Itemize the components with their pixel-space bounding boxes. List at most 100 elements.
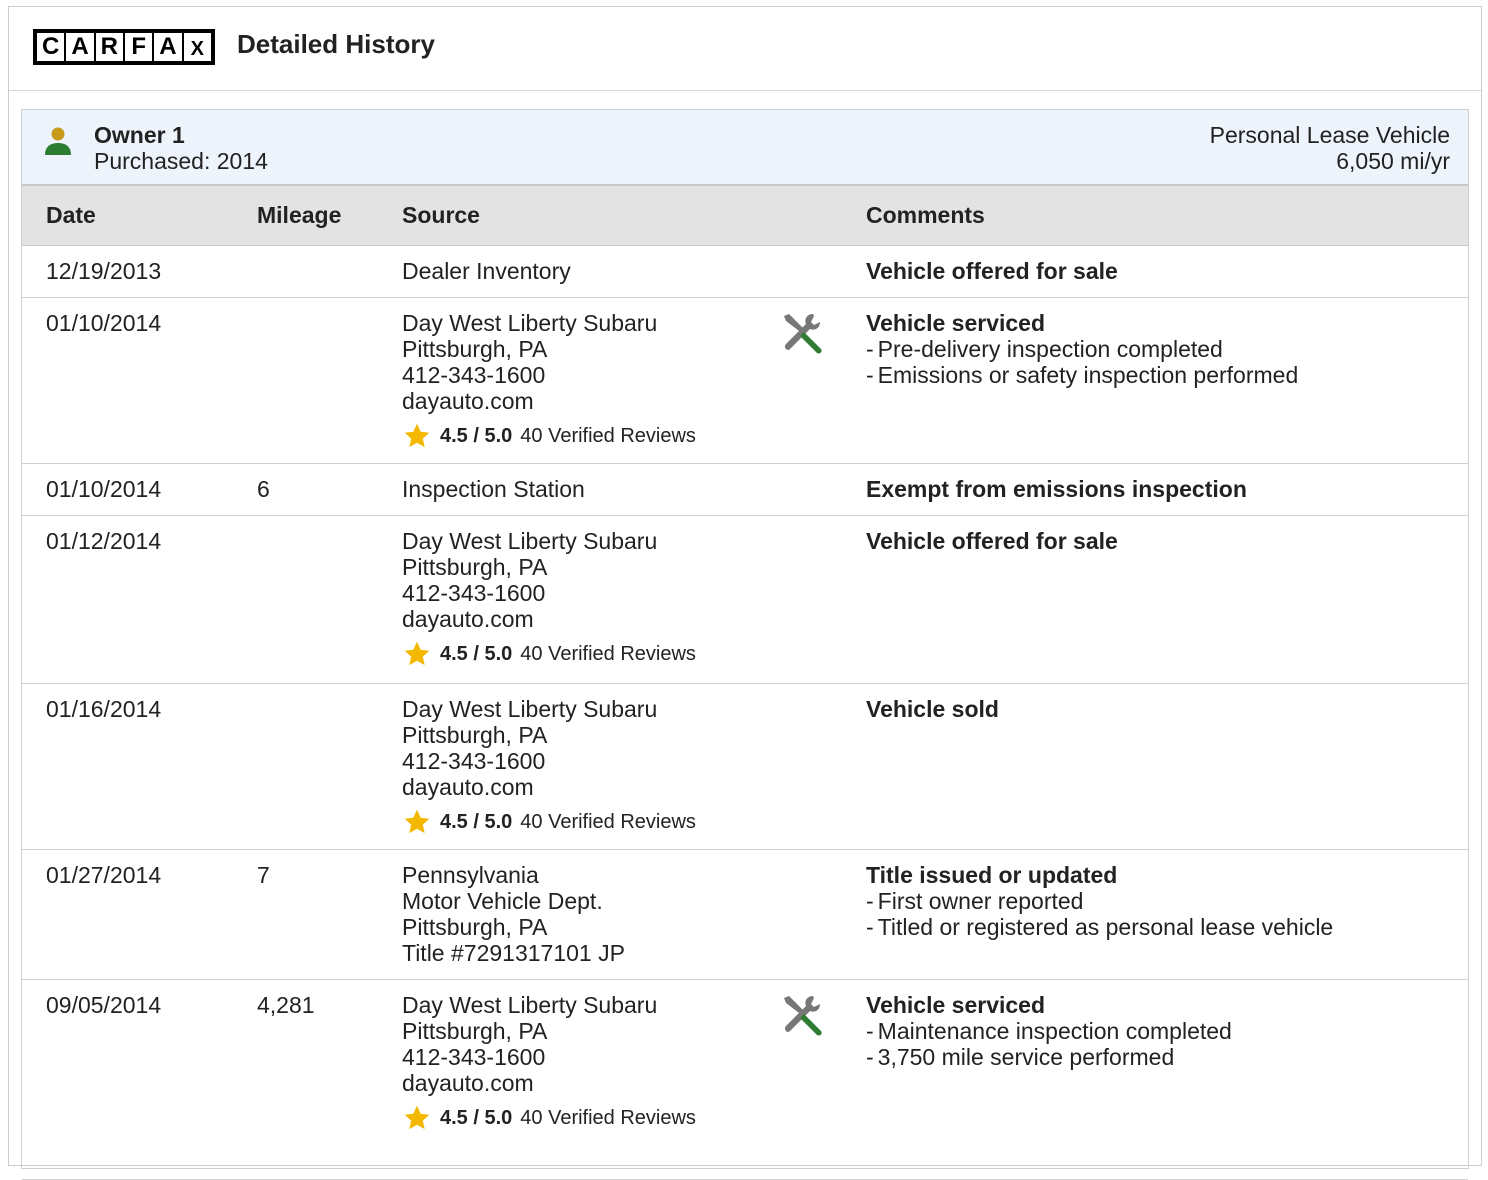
comment-item: - Emissions or safety inspection performe…: [866, 362, 1298, 388]
page-title: Detailed History: [237, 29, 435, 59]
person-icon: [45, 127, 71, 155]
table-row: 01/27/2014 7 Pennsylvania Motor Vehicle Dep…: [22, 850, 1468, 980]
comment-item-text: Titled or registered as personal lease v…: [877, 914, 1334, 940]
table-row: 09/05/2014 4,281 Day West Liberty Subaru Pi…: [22, 980, 1468, 1180]
comment-title: Vehicle offered for sale: [866, 258, 1118, 284]
column-header-comments: Comments: [866, 202, 985, 228]
table-row: 12/19/2013 Dealer Inventory Vehicle offere…: [22, 246, 1468, 298]
record-date: 01/10/2014: [46, 310, 162, 336]
record-comments: Vehicle serviced - Pre-delivery inspection…: [866, 310, 1298, 388]
comment-item-text: 3,750 mile service performed: [877, 1044, 1175, 1070]
owner-history-panel: Owner 1 Purchased: 2014 Personal Lease V…: [21, 109, 1469, 1180]
source-line: Title #7291317101 JP: [402, 940, 625, 966]
owner-mileage-rate: 6,050 mi/yr: [1336, 148, 1450, 174]
record-comments: Exempt from emissions inspection: [866, 476, 1247, 502]
record-source: Dealer Inventory: [402, 258, 571, 284]
rating-score: 4.5 / 5.0: [440, 425, 513, 447]
comment-item-text: Maintenance inspection completed: [877, 1018, 1232, 1044]
star-icon: [404, 423, 430, 448]
source-line: Day West Liberty Subaru: [402, 696, 658, 722]
source-line: Motor Vehicle Dept.: [402, 888, 603, 914]
record-mileage: 4,281: [257, 992, 315, 1018]
source-line: Pittsburgh, PA: [402, 914, 548, 940]
star-icon: [404, 809, 430, 834]
logo-letter: X: [183, 33, 211, 61]
comment-title: Vehicle serviced: [866, 310, 1046, 336]
service-tools-icon: [784, 996, 822, 1036]
source-website-link[interactable]: dayauto.com: [402, 606, 696, 632]
source-line: 412-343-1600: [402, 1044, 546, 1070]
record-source: Day West Liberty Subaru Pittsburgh, PA 412…: [402, 528, 696, 668]
logo-letter: F: [124, 33, 153, 61]
comment-bullet: -: [866, 888, 874, 914]
history-frame: C A R F A X Detailed History Owner 1 Pur…: [8, 6, 1482, 1180]
header-bar: C A R F A X Detailed History: [9, 7, 1481, 91]
rating-reviews-count: 40 Verified Reviews: [520, 1107, 696, 1129]
record-source: Day West Liberty Subaru Pittsburgh, PA 412…: [402, 992, 696, 1132]
record-comments: Title issued or updated - First owner repo…: [866, 862, 1333, 940]
comment-bullet: -: [866, 914, 874, 940]
record-comments: Vehicle offered for sale: [866, 528, 1118, 554]
column-header-mileage: Mileage: [257, 202, 342, 228]
record-comments: Vehicle serviced - Maintenance inspection …: [866, 992, 1232, 1070]
dealer-rating[interactable]: 4.5 / 5.0 40 Verified Reviews: [402, 422, 696, 450]
source-line: Day West Liberty Subaru: [402, 310, 658, 336]
source-website-link[interactable]: dayauto.com: [402, 388, 696, 414]
record-date: 12/19/2013: [46, 258, 162, 284]
record-date: 09/05/2014: [46, 992, 162, 1018]
comment-item-text: Emissions or safety inspection performed: [877, 362, 1299, 388]
source-line: Dealer Inventory: [402, 258, 571, 284]
comment-item: - First owner reported: [866, 888, 1333, 914]
logo-letter: A: [154, 33, 182, 61]
comment-bullet: -: [866, 362, 874, 388]
comment-bullet: -: [866, 1044, 874, 1070]
comment-title: Vehicle serviced: [866, 992, 1046, 1018]
service-tools-icon: [784, 314, 822, 354]
comment-item-text: First owner reported: [877, 888, 1084, 914]
comment-title: Vehicle offered for sale: [866, 528, 1118, 554]
source-line: Pittsburgh, PA: [402, 554, 548, 580]
record-mileage: 6: [257, 476, 270, 502]
source-website-link[interactable]: dayauto.com: [402, 1070, 696, 1096]
rating-score: 4.5 / 5.0: [440, 811, 513, 833]
star-icon: [404, 641, 430, 666]
comment-title: Vehicle sold: [866, 696, 999, 722]
logo-letter: A: [66, 33, 94, 61]
record-mileage: 7: [257, 862, 270, 888]
source-line: 412-343-1600: [402, 748, 546, 774]
record-source: Day West Liberty Subaru Pittsburgh, PA 412…: [402, 696, 696, 836]
carfax-logo: C A R F A X: [33, 29, 215, 65]
comment-item: - Titled or registered as personal lease …: [866, 914, 1333, 940]
dealer-rating[interactable]: 4.5 / 5.0 40 Verified Reviews: [402, 640, 696, 668]
rating-reviews-count: 40 Verified Reviews: [520, 811, 696, 833]
table-row: 01/10/2014 Day West Liberty Subaru Pittsbu…: [22, 298, 1468, 464]
source-line: Pittsburgh, PA: [402, 336, 548, 362]
owner-title: Owner 1: [94, 122, 185, 148]
source-line: Day West Liberty Subaru: [402, 992, 658, 1018]
owner-purchased: Purchased: 2014: [94, 148, 268, 174]
record-date: 01/16/2014: [46, 696, 162, 722]
comment-item-text: Pre-delivery inspection completed: [877, 336, 1223, 362]
comment-item: - Pre-delivery inspection completed: [866, 336, 1298, 362]
source-line: Pennsylvania: [402, 862, 539, 888]
rating-reviews-count: 40 Verified Reviews: [520, 425, 696, 447]
record-source: Pennsylvania Motor Vehicle Dept. Pittsburg…: [402, 862, 625, 966]
source-line: Inspection Station: [402, 476, 585, 502]
comment-bullet: -: [866, 1018, 874, 1044]
source-line: Pittsburgh, PA: [402, 1018, 548, 1044]
rating-score: 4.5 / 5.0: [440, 1107, 513, 1129]
source-line: Pittsburgh, PA: [402, 722, 548, 748]
record-comments: Vehicle offered for sale: [866, 258, 1118, 284]
table-row: 01/12/2014 Day West Liberty Subaru Pittsbu…: [22, 516, 1468, 684]
dealer-rating[interactable]: 4.5 / 5.0 40 Verified Reviews: [402, 808, 696, 836]
comment-item: -3,750 mile service performed: [866, 1044, 1232, 1070]
record-date: 01/27/2014: [46, 862, 162, 888]
dealer-rating[interactable]: 4.5 / 5.0 40 Verified Reviews: [402, 1104, 696, 1132]
table-row: 01/16/2014 Day West Liberty Subaru Pittsbu…: [22, 684, 1468, 850]
source-line: 412-343-1600: [402, 580, 546, 606]
source-line: Day West Liberty Subaru: [402, 528, 658, 554]
comment-title: Title issued or updated: [866, 862, 1118, 888]
owner-vehicle-type: Personal Lease Vehicle: [1209, 122, 1450, 148]
source-website-link[interactable]: dayauto.com: [402, 774, 696, 800]
record-source: Day West Liberty Subaru Pittsburgh, PA 412…: [402, 310, 696, 450]
